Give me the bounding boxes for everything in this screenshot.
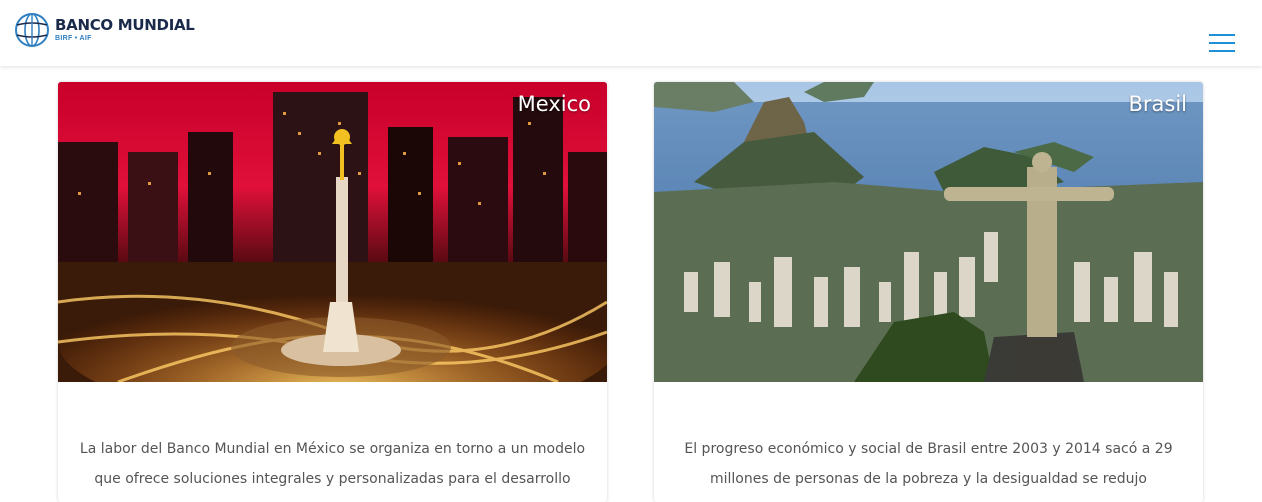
globe-icon (15, 13, 49, 47)
rio-de-janeiro-photo: Brasil (654, 82, 1203, 382)
hamburger-menu-icon[interactable] (1209, 34, 1235, 54)
logo-name: BANCO MUNDIAL (55, 16, 195, 34)
card-description: La labor del Banco Mundial en México se … (79, 441, 586, 502)
logo-subtitle: BIRF • AIF (55, 35, 92, 42)
top-navigation-bar: BANCO MUNDIAL BIRF • AIF (0, 0, 1262, 66)
card-title: Mexico (517, 92, 591, 116)
country-card-mexico[interactable]: Mexico La labor del Banco Mundial en Méx… (58, 82, 607, 502)
card-title: Brasil (1128, 92, 1187, 116)
country-card-brasil[interactable]: Brasil El progreso económico y social de… (654, 82, 1203, 502)
mexico-city-photo: Mexico (58, 82, 607, 382)
card-description: El progreso económico y social de Brasil… (684, 441, 1173, 502)
world-bank-logo[interactable]: BANCO MUNDIAL BIRF • AIF (14, 12, 195, 48)
